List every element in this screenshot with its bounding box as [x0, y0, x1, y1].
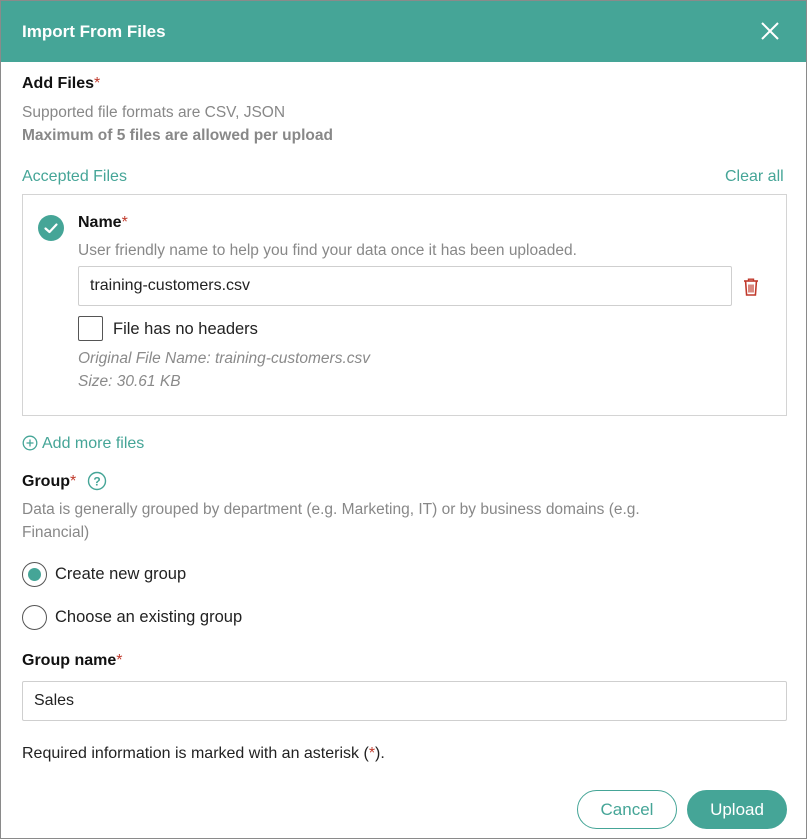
no-headers-label: File has no headers — [113, 320, 258, 338]
help-icon[interactable]: ? — [87, 471, 107, 491]
cancel-button[interactable]: Cancel — [577, 790, 677, 829]
no-headers-checkbox[interactable] — [78, 316, 103, 341]
dialog-title: Import From Files — [22, 22, 166, 41]
group-name-heading: Group name* — [22, 652, 122, 670]
required-note: Required information is marked with an a… — [22, 745, 385, 763]
group-label: Group — [22, 473, 70, 490]
trash-icon[interactable] — [742, 277, 760, 297]
group-help-line1: Data is generally grouped by department … — [22, 501, 640, 518]
required-mark: * — [94, 75, 101, 92]
svg-text:?: ? — [93, 475, 100, 489]
create-new-group-label: Create new group — [55, 565, 187, 583]
choose-existing-group-radio[interactable] — [22, 605, 47, 630]
check-circle-icon — [38, 215, 64, 241]
group-help-line2: Financial) — [22, 524, 90, 541]
file-name-heading: Name* — [78, 214, 128, 232]
add-files-label: Add Files — [22, 75, 95, 92]
required-mark: * — [121, 214, 128, 231]
plus-circle-icon[interactable] — [22, 435, 38, 451]
add-more-files-link[interactable]: Add more files — [42, 435, 144, 453]
file-size: Size: 30.61 KB — [78, 373, 181, 390]
add-files-heading: Add Files* — [22, 75, 100, 93]
file-name-input[interactable] — [78, 266, 732, 306]
accepted-files-label: Accepted Files — [22, 168, 127, 185]
file-name-help: User friendly name to help you find your… — [78, 242, 577, 259]
choose-existing-group-label: Choose an existing group — [55, 608, 243, 626]
max-files-text: Maximum of 5 files are allowed per uploa… — [22, 127, 333, 144]
dialog-header: Import From Files — [1, 1, 806, 62]
required-note-prefix: Required information is marked with an a… — [22, 745, 369, 762]
create-new-group-radio[interactable] — [22, 562, 47, 587]
file-card: Name* User friendly name to help you fin… — [22, 194, 787, 416]
required-mark: * — [116, 652, 123, 669]
required-mark: * — [70, 473, 77, 490]
close-icon[interactable] — [758, 19, 782, 43]
group-name-label: Group name — [22, 652, 117, 669]
upload-button[interactable]: Upload — [687, 790, 787, 829]
clear-all-link[interactable]: Clear all — [725, 168, 784, 186]
file-name-label: Name — [78, 214, 122, 231]
group-name-input[interactable] — [22, 681, 787, 721]
original-file-name: Original File Name: training-customers.c… — [78, 350, 371, 367]
supported-formats-text: Supported file formats are CSV, JSON — [22, 104, 286, 121]
import-dialog: Import From Files Add Files* Supported f… — [0, 0, 807, 839]
group-heading: Group* — [22, 473, 76, 491]
required-note-suffix: ). — [375, 745, 385, 762]
